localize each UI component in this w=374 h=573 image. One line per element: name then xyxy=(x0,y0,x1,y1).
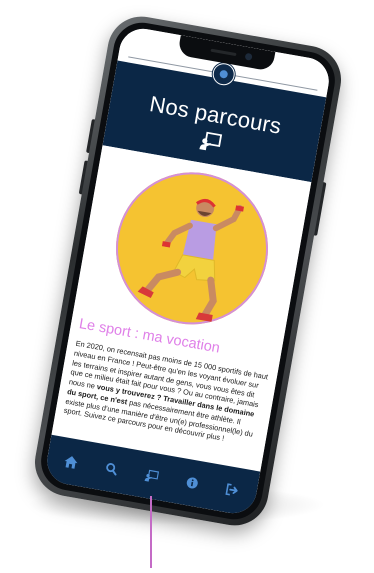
annotation-pointer-line xyxy=(150,496,152,568)
home-icon xyxy=(65,455,78,469)
search-icon xyxy=(106,463,117,476)
article-paragraph: En 2020, on recensait pas moins de 15 00… xyxy=(63,339,270,450)
nav-search[interactable] xyxy=(99,456,124,481)
nav-info[interactable] xyxy=(179,470,204,495)
phone: Nos parcours Le sport: ma vocation En 2… xyxy=(29,11,347,531)
phone-mockup: Nos parcours Le sport: ma vocation En 2… xyxy=(8,10,366,550)
front-camera xyxy=(244,52,253,61)
athlete-illustration xyxy=(137,199,245,322)
nav-parcours[interactable] xyxy=(139,463,164,488)
presentation-board-icon xyxy=(199,131,223,151)
info-icon xyxy=(186,477,198,489)
presentation-board-icon xyxy=(144,469,160,482)
hero-image xyxy=(103,160,281,337)
nav-logout[interactable] xyxy=(219,477,244,502)
logout-icon xyxy=(225,483,238,496)
speaker xyxy=(210,48,237,57)
nav-home[interactable] xyxy=(59,449,84,474)
phone-screen: Nos parcours Le sport: ma vocation En 2… xyxy=(43,25,333,517)
